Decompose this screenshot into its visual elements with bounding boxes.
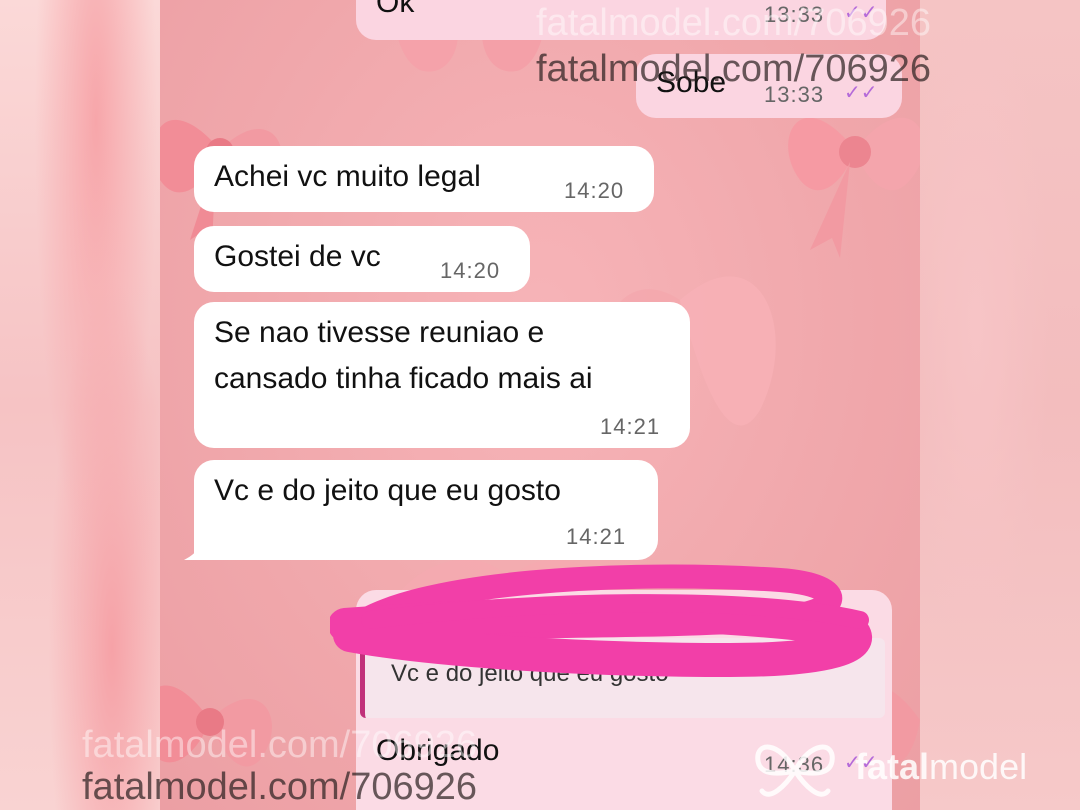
watermark-url: fatalmodel.com/706926 <box>82 724 478 766</box>
blurred-background-right <box>920 0 1080 810</box>
incoming-message-bubble[interactable]: Se nao tivesse reuniao e cansado tinha f… <box>194 302 690 448</box>
incoming-message-bubble[interactable]: Gostei de vc 14:20 <box>194 226 530 292</box>
brand-name: fatalmodel <box>855 746 1027 788</box>
message-time: 14:21 <box>566 524 627 549</box>
brand-logo: fatalmodel <box>750 736 1050 806</box>
message-time: 14:21 <box>600 414 661 439</box>
message-text: Se nao tivesse reuniao e cansado tinha f… <box>214 316 593 395</box>
chat-screen[interactable]: Ok 13:33 ✓✓ Sobe 13:33 ✓✓ Achei vc muito… <box>160 0 920 810</box>
message-text: Gostei de vc <box>214 240 381 273</box>
blurred-background-left <box>0 0 160 810</box>
message-text: Vc e do jeito que eu gosto <box>214 474 561 507</box>
incoming-message-bubble[interactable]: Achei vc muito legal 14:20 <box>194 146 654 212</box>
message-time: 14:20 <box>564 178 625 203</box>
brand-name-suffix: model <box>929 746 1028 787</box>
watermark-url: fatalmodel.com/706926 <box>536 2 932 44</box>
watermark-url: fatalmodel.com/706926 <box>82 766 478 808</box>
message-text: Ok <box>376 0 415 19</box>
redaction-scribble <box>330 564 872 678</box>
message-time: 14:20 <box>440 258 501 283</box>
watermark-url: fatalmodel.com/706926 <box>536 48 932 90</box>
butterfly-icon <box>755 744 835 797</box>
brand-name-prefix: fatal <box>855 746 930 787</box>
message-text: Achei vc muito legal <box>214 160 481 193</box>
incoming-message-bubble[interactable]: Vc e do jeito que eu gosto 14:21 <box>194 460 658 560</box>
